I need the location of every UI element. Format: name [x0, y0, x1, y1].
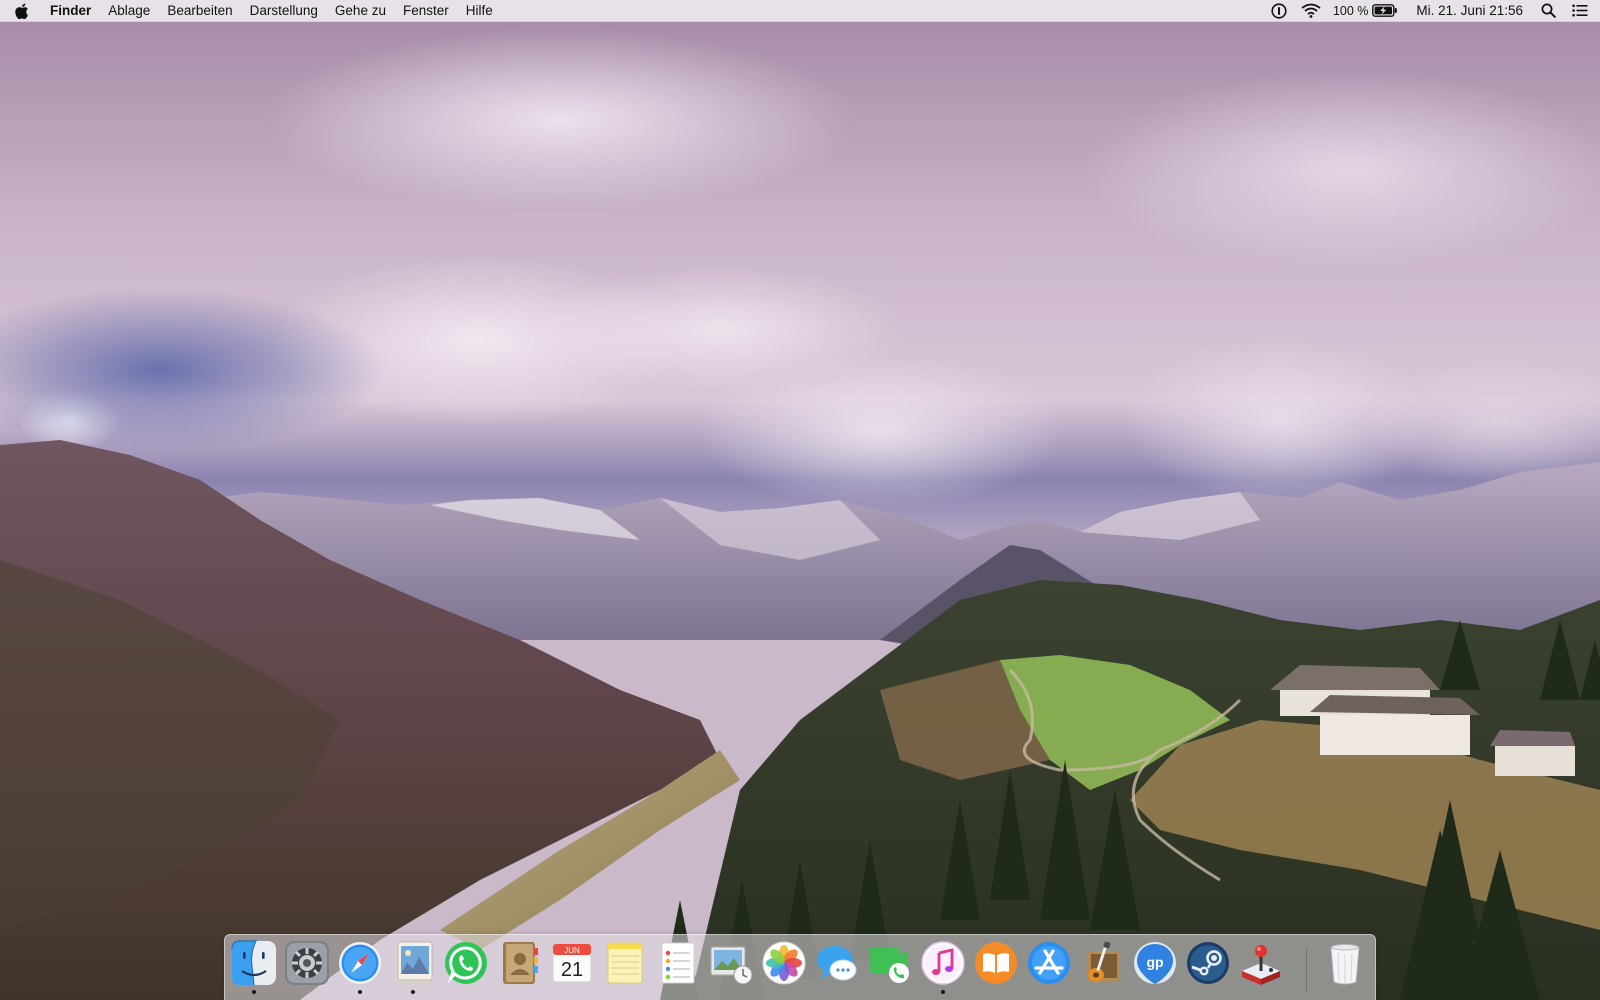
- menu-bar-clock[interactable]: Mi. 21. Juni 21:56: [1416, 3, 1523, 18]
- battery-charging-icon[interactable]: [1372, 0, 1398, 22]
- ibooks-icon: [975, 942, 1017, 984]
- calendar-icon: JUN 21: [552, 943, 592, 983]
- notification-center-icon[interactable]: [1572, 0, 1588, 22]
- system-preferences-icon: [285, 941, 329, 985]
- steam-icon: [1187, 942, 1229, 984]
- messages-icon: [817, 946, 857, 981]
- dock-item-arcade-joystick[interactable]: [1236, 939, 1286, 995]
- notes-icon: [607, 942, 643, 984]
- menu-bar-left: Finder Ablage Bearbeiten Darstellung Geh…: [0, 0, 501, 22]
- running-indicator: [1047, 990, 1051, 994]
- dock-item-safari[interactable]: [335, 939, 385, 995]
- calendar-day: 21: [561, 959, 583, 981]
- wifi-icon[interactable]: [1301, 0, 1321, 22]
- running-indicator: [1343, 990, 1347, 994]
- running-indicator: [358, 990, 362, 994]
- photos-icon: [762, 941, 806, 985]
- preview-icon: [395, 941, 433, 983]
- running-indicator: [941, 990, 945, 994]
- calendar-month: JUN: [564, 946, 580, 955]
- menu-bearbeiten[interactable]: Bearbeiten: [159, 0, 241, 22]
- dock-item-photo-slideshow[interactable]: [706, 939, 756, 995]
- photo-slideshow-icon: [710, 946, 753, 985]
- dock-separator: [1306, 948, 1307, 992]
- dock-item-contacts[interactable]: [494, 939, 544, 995]
- menu-ablage[interactable]: Ablage: [100, 0, 159, 22]
- running-indicator: [1100, 990, 1104, 994]
- dock-item-app-store[interactable]: [1024, 939, 1074, 995]
- dock-item-preview[interactable]: [388, 939, 438, 995]
- dock-item-trash[interactable]: [1320, 939, 1370, 995]
- reminders-icon: [661, 942, 695, 984]
- running-indicator: [623, 990, 627, 994]
- onepassword-icon[interactable]: [1271, 0, 1287, 22]
- arcade-joystick-icon: [1242, 945, 1280, 985]
- running-indicator: [1153, 990, 1157, 994]
- battery-percent[interactable]: 100 %: [1333, 0, 1368, 22]
- running-indicator: [994, 990, 998, 994]
- running-indicator: [252, 990, 256, 994]
- menu-app-finder[interactable]: Finder: [44, 0, 100, 22]
- menu-gehe-zu[interactable]: Gehe zu: [326, 0, 394, 22]
- dock-item-photos[interactable]: [759, 939, 809, 995]
- garageband-icon: [1088, 941, 1120, 982]
- dock-item-guitar-pro[interactable]: gp: [1130, 939, 1180, 995]
- svg-text:gp: gp: [1146, 954, 1163, 970]
- running-indicator: [782, 990, 786, 994]
- guitar-pro-icon: gp: [1134, 942, 1176, 984]
- itunes-icon: [921, 941, 965, 985]
- spotlight-search-icon[interactable]: [1541, 0, 1556, 22]
- running-indicator: [835, 990, 839, 994]
- menu-hilfe[interactable]: Hilfe: [457, 0, 501, 22]
- running-indicator: [570, 990, 574, 994]
- menu-bar-status: 100 % Mi. 21. Juni 21:56: [1261, 0, 1600, 22]
- dock-item-reminders[interactable]: [653, 939, 703, 995]
- app-store-icon: [1028, 942, 1070, 984]
- running-indicator: [888, 990, 892, 994]
- running-indicator: [411, 990, 415, 994]
- dock-item-system-preferences[interactable]: [282, 939, 332, 995]
- dock-item-facetime[interactable]: [865, 939, 915, 995]
- finder-icon: [231, 940, 276, 986]
- whatsapp-icon: [445, 942, 487, 984]
- dock-item-calendar[interactable]: JUN 21: [547, 939, 597, 995]
- dock-item-garageband[interactable]: [1077, 939, 1127, 995]
- contacts-icon: [503, 942, 538, 984]
- dock-item-notes[interactable]: [600, 939, 650, 995]
- menu-fenster[interactable]: Fenster: [394, 0, 457, 22]
- menu-darstellung[interactable]: Darstellung: [241, 0, 326, 22]
- menu-bar: Finder Ablage Bearbeiten Darstellung Geh…: [0, 0, 1600, 22]
- dock-item-whatsapp[interactable]: [441, 939, 491, 995]
- apple-menu-icon[interactable]: [0, 0, 44, 22]
- running-indicator: [1259, 990, 1263, 994]
- running-indicator: [729, 990, 733, 994]
- safari-icon: [339, 942, 381, 984]
- trash-icon: [1330, 944, 1360, 985]
- dock-item-finder[interactable]: [229, 939, 279, 995]
- running-indicator: [305, 990, 309, 994]
- running-indicator: [1206, 990, 1210, 994]
- dock-item-messages[interactable]: [812, 939, 862, 995]
- wallpaper-landscape: [0, 440, 1600, 1000]
- dock-item-steam[interactable]: [1183, 939, 1233, 995]
- facetime-icon: [869, 947, 909, 983]
- dock-item-itunes[interactable]: [918, 939, 968, 995]
- running-indicator: [464, 990, 468, 994]
- dock-item-ibooks[interactable]: [971, 939, 1021, 995]
- running-indicator: [676, 990, 680, 994]
- running-indicator: [517, 990, 521, 994]
